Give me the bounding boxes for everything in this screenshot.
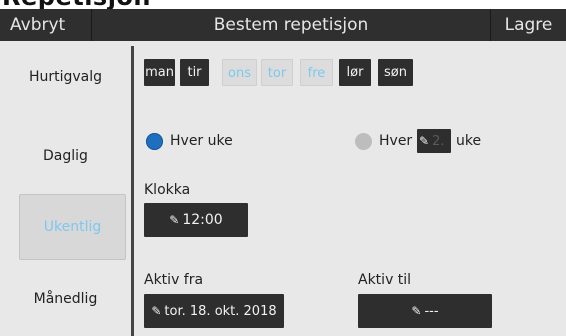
active-from-field[interactable]: ✎ tor. 18. okt. 2018: [144, 294, 284, 328]
header-bar: Avbryt Bestem repetisjon Lagre: [0, 9, 566, 41]
radio-every-week[interactable]: [146, 133, 163, 150]
sidebar-item-daglig[interactable]: Daglig: [0, 148, 131, 164]
active-from-value: tor. 18. okt. 2018: [164, 304, 277, 319]
week-interval-field[interactable]: ✎ 2.: [417, 129, 451, 153]
pencil-edit-icon: ✎: [411, 304, 422, 318]
pencil-edit-icon: ✎: [151, 304, 162, 318]
sidebar-item-maanedlig[interactable]: Månedlig: [0, 291, 131, 307]
clipped-page-title: Repetisjon: [2, 0, 151, 11]
day-toggle-tor[interactable]: tor: [261, 59, 293, 86]
day-toggle-lor[interactable]: lør: [339, 59, 371, 86]
active-to-field[interactable]: ✎ ---: [358, 294, 492, 328]
every-nth-prefix: Hver: [379, 133, 413, 149]
day-toggle-ons[interactable]: ons: [222, 59, 257, 86]
settings-panel: Hurtigvalg Daglig Ukentlig Månedlig man …: [0, 41, 566, 336]
sidebar: Hurtigvalg Daglig Ukentlig Månedlig: [0, 41, 131, 336]
active-to-value: ---: [424, 304, 439, 319]
sidebar-divider: [131, 46, 134, 336]
pencil-edit-icon: ✎: [419, 134, 430, 148]
radio-every-nth-week[interactable]: [355, 133, 372, 150]
time-field[interactable]: ✎ 12:00: [144, 203, 248, 237]
pencil-edit-icon: ✎: [169, 213, 180, 227]
every-nth-suffix: uke: [456, 133, 482, 149]
dialog-title: Bestem repetisjon: [213, 15, 369, 35]
day-toggle-son[interactable]: søn: [378, 59, 413, 86]
week-interval-value: 2.: [432, 134, 445, 149]
active-to-label: Aktiv til: [358, 272, 412, 288]
sidebar-item-hurtigvalg[interactable]: Hurtigvalg: [0, 69, 131, 85]
time-value: 12:00: [182, 212, 223, 228]
day-toggle-man[interactable]: man: [144, 59, 175, 86]
day-toggle-tir[interactable]: tir: [180, 59, 209, 86]
time-label: Klokka: [144, 182, 191, 198]
cancel-button[interactable]: Avbryt: [0, 9, 92, 41]
save-button[interactable]: Lagre: [490, 9, 566, 41]
every-week-label: Hver uke: [170, 133, 233, 149]
sidebar-item-ukentlig[interactable]: Ukentlig: [19, 194, 126, 260]
day-toggle-fre[interactable]: fre: [300, 59, 333, 86]
active-from-label: Aktiv fra: [144, 272, 204, 288]
